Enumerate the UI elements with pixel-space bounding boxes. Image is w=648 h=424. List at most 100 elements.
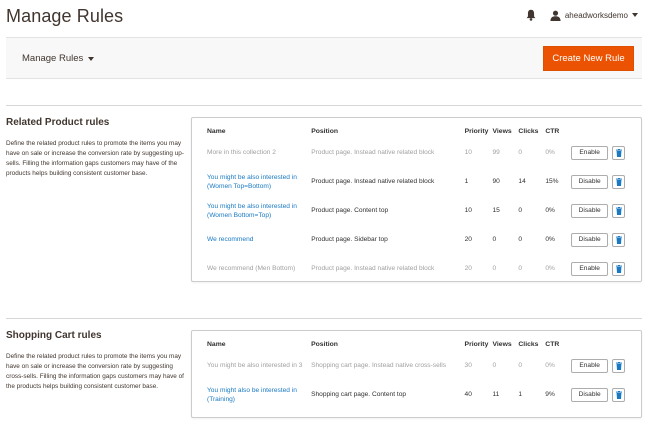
delete-rule-button[interactable] xyxy=(612,145,626,160)
trash-icon xyxy=(616,177,623,186)
rule-actions: Enable xyxy=(571,138,641,167)
rule-name-link[interactable]: You might be also interested in (Women B… xyxy=(207,203,297,219)
col-priority: Priority xyxy=(464,127,489,135)
rule-priority: 30 xyxy=(464,362,472,369)
caret-down-icon xyxy=(632,13,638,17)
delete-rule-button[interactable] xyxy=(612,261,626,276)
trash-icon xyxy=(616,206,623,215)
section-description: Define the related product rules to prom… xyxy=(6,353,184,390)
section-divider xyxy=(6,105,642,106)
rule-name-link[interactable]: You might be also interested in 3 xyxy=(207,362,302,369)
related-rules-table: Name Position Priority Views Clicks CTR … xyxy=(207,124,641,283)
shopping-cart-section: Shopping Cart rules Define the related p… xyxy=(6,330,642,420)
rule-position: Product page. Instead native related blo… xyxy=(311,265,435,272)
delete-rule-button[interactable] xyxy=(612,358,626,373)
toggle-rule-button[interactable]: Enable xyxy=(571,261,609,276)
rule-name-cell: You might also be interested in (Trainin… xyxy=(207,380,311,409)
rule-clicks: 14 xyxy=(518,178,526,185)
rule-position: Product page. Content top xyxy=(311,207,389,214)
delete-rule-button[interactable] xyxy=(612,387,626,402)
table-row: More in this collection 2 Product page. I… xyxy=(207,138,641,167)
trash-icon xyxy=(616,361,623,370)
trash-icon xyxy=(616,148,623,157)
toggle-rule-button[interactable]: Disable xyxy=(571,387,609,402)
section-description: Define the related product rules to prom… xyxy=(6,140,184,177)
switcher-label: Manage Rules xyxy=(22,53,84,64)
bell-icon[interactable] xyxy=(524,8,538,22)
user-menu[interactable]: aheadworksdemo xyxy=(550,10,638,21)
manage-rules-switcher[interactable]: Manage Rules xyxy=(22,53,95,64)
col-actions xyxy=(571,337,641,351)
cart-rules-table: Name Position Priority Views Clicks CTR … xyxy=(207,337,641,409)
toggle-rule-button[interactable]: Disable xyxy=(571,232,609,247)
toggle-rule-button[interactable]: Enable xyxy=(571,358,609,373)
section-title: Shopping Cart rules xyxy=(6,330,102,341)
rule-name-link[interactable]: We recommend (Men Bottom) xyxy=(207,265,295,272)
rule-priority: 40 xyxy=(464,391,472,398)
rule-clicks: 0 xyxy=(518,236,523,243)
rule-position: Product page. Sidebar top xyxy=(311,236,388,243)
rule-actions: Enable xyxy=(571,351,641,380)
rule-clicks: 0 xyxy=(518,265,523,272)
rule-position: Shopping cart page. Instead native cross… xyxy=(311,362,446,369)
toggle-rule-button[interactable]: Disable xyxy=(571,174,609,189)
rule-position: Shopping cart page. Content top xyxy=(311,391,407,398)
col-position: Position xyxy=(311,127,338,135)
rule-priority: 10 xyxy=(464,149,472,156)
rule-views: 0 xyxy=(492,236,497,243)
table-row: You might be also interested in 3 Shoppin… xyxy=(207,351,641,380)
col-views: Views xyxy=(492,127,512,135)
rule-actions: Enable xyxy=(571,254,641,283)
col-priority: Priority xyxy=(464,340,489,348)
create-new-rule-button[interactable]: Create New Rule xyxy=(543,46,634,71)
rule-ctr: 0% xyxy=(545,207,555,214)
delete-rule-button[interactable] xyxy=(612,203,626,218)
rule-name-cell: More in this collection 2 xyxy=(207,138,311,167)
rule-name-link[interactable]: You might also be interested in (Trainin… xyxy=(207,387,297,403)
col-name: Name xyxy=(207,340,226,348)
rule-clicks: 1 xyxy=(518,391,523,398)
table-row: You might be also interested in (Women B… xyxy=(207,196,641,225)
page-title: Manage Rules xyxy=(6,6,124,26)
section-divider xyxy=(6,318,642,319)
col-views: Views xyxy=(492,340,512,348)
rule-ctr: 9% xyxy=(545,391,555,398)
col-clicks: Clicks xyxy=(518,340,539,348)
table-row: You might be also interested in (Women T… xyxy=(207,167,641,196)
delete-rule-button[interactable] xyxy=(612,232,626,247)
rule-views: 0 xyxy=(492,265,497,272)
related-rules-panel: Name Position Priority Views Clicks CTR … xyxy=(191,117,642,282)
admin-user-bar: aheadworksdemo xyxy=(524,8,638,22)
rule-name-link[interactable]: We recommend xyxy=(207,236,253,243)
rule-position: Product page. Instead native related blo… xyxy=(311,178,435,185)
col-position: Position xyxy=(311,340,338,348)
rule-ctr: 0% xyxy=(545,236,555,243)
toggle-rule-button[interactable]: Enable xyxy=(571,145,609,160)
user-icon xyxy=(550,10,561,21)
rule-views: 99 xyxy=(492,149,500,156)
col-ctr: CTR xyxy=(545,127,560,135)
rule-actions: Disable xyxy=(571,167,641,196)
col-ctr: CTR xyxy=(545,340,560,348)
rule-priority: 1 xyxy=(464,178,469,185)
rule-name-cell: We recommend (Men Bottom) xyxy=(207,254,311,283)
rule-priority: 10 xyxy=(464,207,472,214)
caret-down-icon xyxy=(88,56,95,61)
toggle-rule-button[interactable]: Disable xyxy=(571,203,609,218)
trash-icon xyxy=(616,264,623,273)
table-row: You might also be interested in (Trainin… xyxy=(207,380,641,409)
rule-ctr: 0% xyxy=(545,362,555,369)
table-row: We recommend (Men Bottom) Product page. I… xyxy=(207,254,641,283)
rule-clicks: 0 xyxy=(518,362,523,369)
rule-name-link[interactable]: You might be also interested in (Women T… xyxy=(207,174,297,190)
username: aheadworksdemo xyxy=(564,10,628,20)
col-clicks: Clicks xyxy=(518,127,539,135)
rule-views: 11 xyxy=(492,391,500,398)
rule-views: 90 xyxy=(492,178,500,185)
delete-rule-button[interactable] xyxy=(612,174,626,189)
rule-position: Product page. Instead native related blo… xyxy=(311,149,435,156)
section-title: Related Product rules xyxy=(6,117,110,128)
rule-ctr: 15% xyxy=(545,178,559,185)
rule-actions: Disable xyxy=(571,380,641,409)
rule-name-link[interactable]: More in this collection 2 xyxy=(207,149,276,156)
